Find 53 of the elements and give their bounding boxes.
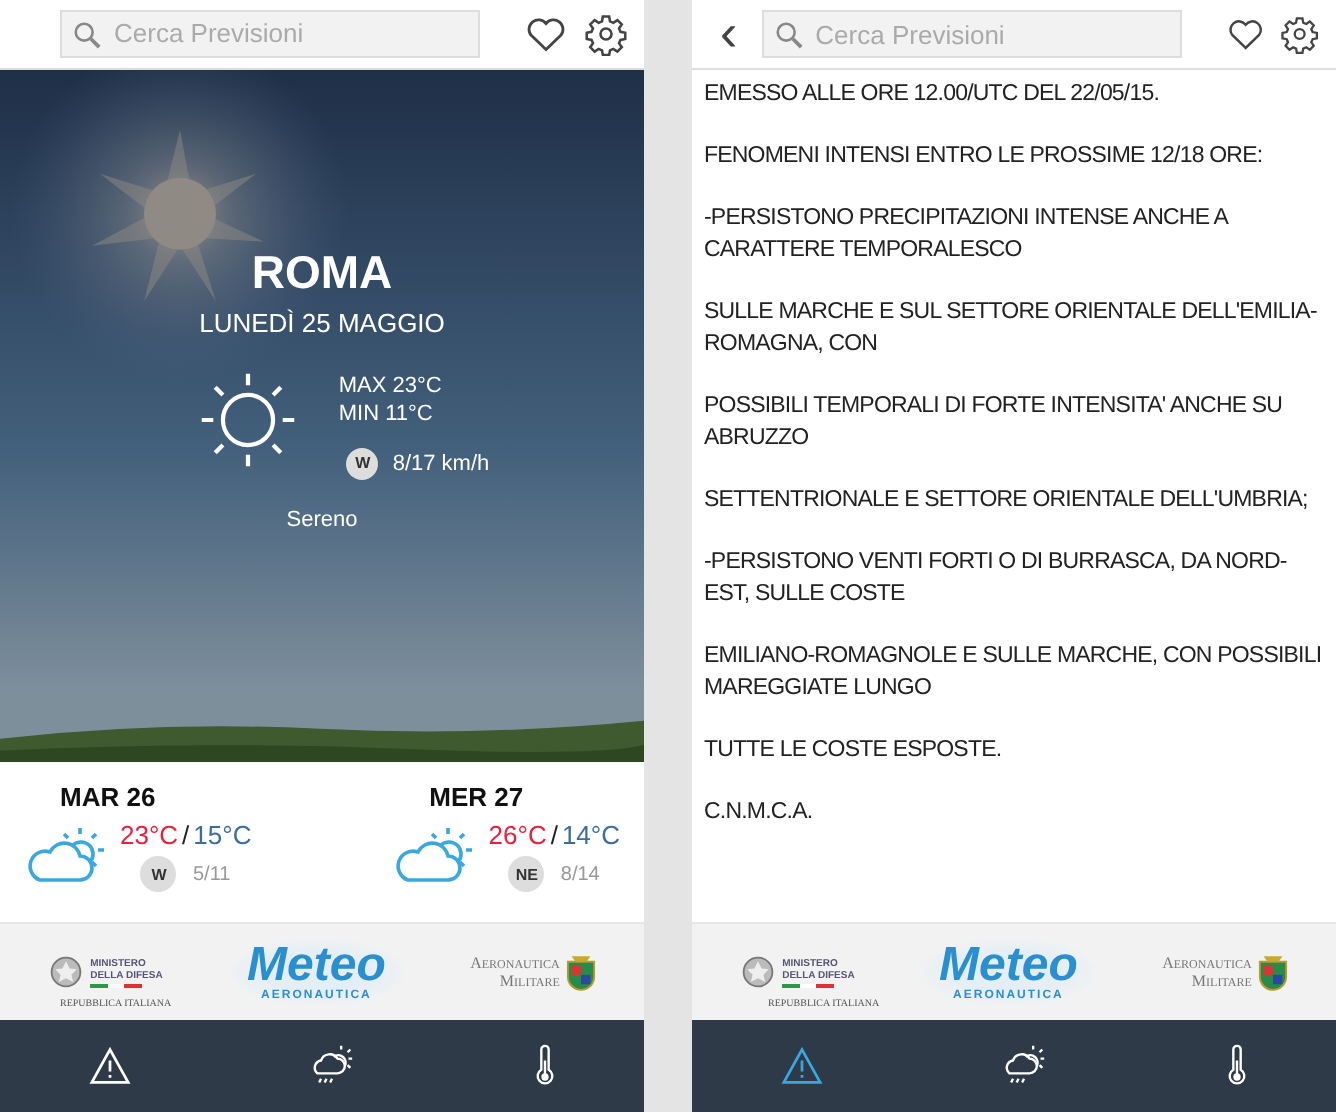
thermometer-icon bbox=[533, 1044, 556, 1089]
low-temperature: 15°C bbox=[193, 820, 252, 851]
wind-speed: 5/11 bbox=[192, 863, 231, 886]
air-force-text: Aeronautica bbox=[470, 954, 560, 973]
cloud-rain-sun-icon bbox=[1000, 1044, 1049, 1088]
air-force-text: Militare bbox=[1191, 972, 1252, 990]
cloud-rain-sun-icon bbox=[308, 1044, 357, 1089]
meteo-logo-text: Meteo bbox=[247, 942, 386, 991]
emblem-icon bbox=[740, 954, 777, 990]
air-force-text: Militare bbox=[499, 972, 560, 991]
high-temperature: 26°C bbox=[488, 820, 547, 851]
air-force-text: Aeronautica bbox=[1162, 954, 1252, 972]
date-text: LUNEDÌ 25 MAGGIO bbox=[199, 307, 445, 338]
wind-direction-badge: NE bbox=[508, 856, 545, 893]
flag-stripe bbox=[782, 983, 835, 987]
max-temperature: MAX 23°C bbox=[338, 373, 444, 398]
warning-icon bbox=[780, 1046, 825, 1086]
search-icon bbox=[72, 19, 102, 50]
day-name: MER 27 bbox=[429, 782, 524, 813]
bulletin-paragraph: TUTTE LE COSTE ESPOSTE. bbox=[704, 736, 1004, 766]
wind-speed: 8/14 bbox=[560, 863, 600, 886]
search-icon bbox=[773, 20, 804, 50]
bulletin-paragraph: SULLE MARCHE E SUL SETTORE ORIENTALE DELL'EMILIA-ROMAGNA, CON bbox=[704, 298, 1319, 360]
bulletin-paragraph: FENOMENI INTENSI ENTRO LE PROSSIME 12/18 ORE: bbox=[704, 142, 1265, 172]
bulletin-paragraph: EMESSO ALLE ORE 12.00/UTC DEL 22/05/15. bbox=[704, 80, 1162, 110]
bulletin-paragraph: SETTENTRIONALE E SETTORE ORIENTALE DELL'UMBRIA; bbox=[704, 486, 1310, 516]
high-temperature: 23°C bbox=[120, 820, 179, 851]
day-name: MAR 26 bbox=[60, 782, 156, 813]
condition-text: Sereno bbox=[286, 507, 358, 532]
thermometer-icon bbox=[1225, 1044, 1248, 1088]
bulletin-paragraph: C.N.M.C.A. bbox=[704, 798, 815, 828]
flag-stripe bbox=[90, 983, 143, 988]
settings-icon[interactable] bbox=[1280, 12, 1320, 56]
crest-icon bbox=[1257, 953, 1288, 991]
settings-icon[interactable] bbox=[584, 11, 628, 56]
wind-direction-badge: W bbox=[140, 856, 177, 893]
wind-speed: 8/17 km/h bbox=[392, 451, 490, 476]
bulletin-paragraph: POSSIBILI TEMPORALI DI FORTE INTENSITA' ANCHE SU ABRUZZO bbox=[704, 392, 1285, 454]
search-field[interactable]: Cerca Previsioni bbox=[60, 9, 480, 58]
city-name: ROMA bbox=[251, 245, 393, 300]
search-field[interactable]: Cerca Previsioni bbox=[761, 10, 1182, 58]
min-temperature: MIN 11°C bbox=[338, 401, 435, 426]
bulletin-paragraph: -PERSISTONO VENTI FORTI O DI BURRASCA, DA NORD-EST, SULLE COSTE bbox=[704, 548, 1289, 610]
bulletin-paragraph: EMILIANO-ROMAGNOLE E SULLE MARCHE, CON POSSIBILI MAREGGIATE LUNGO bbox=[704, 642, 1324, 704]
low-temperature: 14°C bbox=[561, 820, 620, 851]
separator: / bbox=[182, 820, 190, 851]
emblem-icon bbox=[48, 954, 85, 991]
bulletin-paragraph: -PERSISTONO PRECIPITAZIONI INTENSE ANCHE A CARATTERE TEMPORALESCO bbox=[704, 204, 1230, 266]
separator: / bbox=[550, 820, 558, 851]
warning-icon bbox=[88, 1046, 133, 1087]
meteo-logo-text: Meteo bbox=[939, 942, 1078, 990]
back-button[interactable]: ‹ bbox=[712, 5, 746, 57]
crest-icon bbox=[565, 953, 596, 992]
